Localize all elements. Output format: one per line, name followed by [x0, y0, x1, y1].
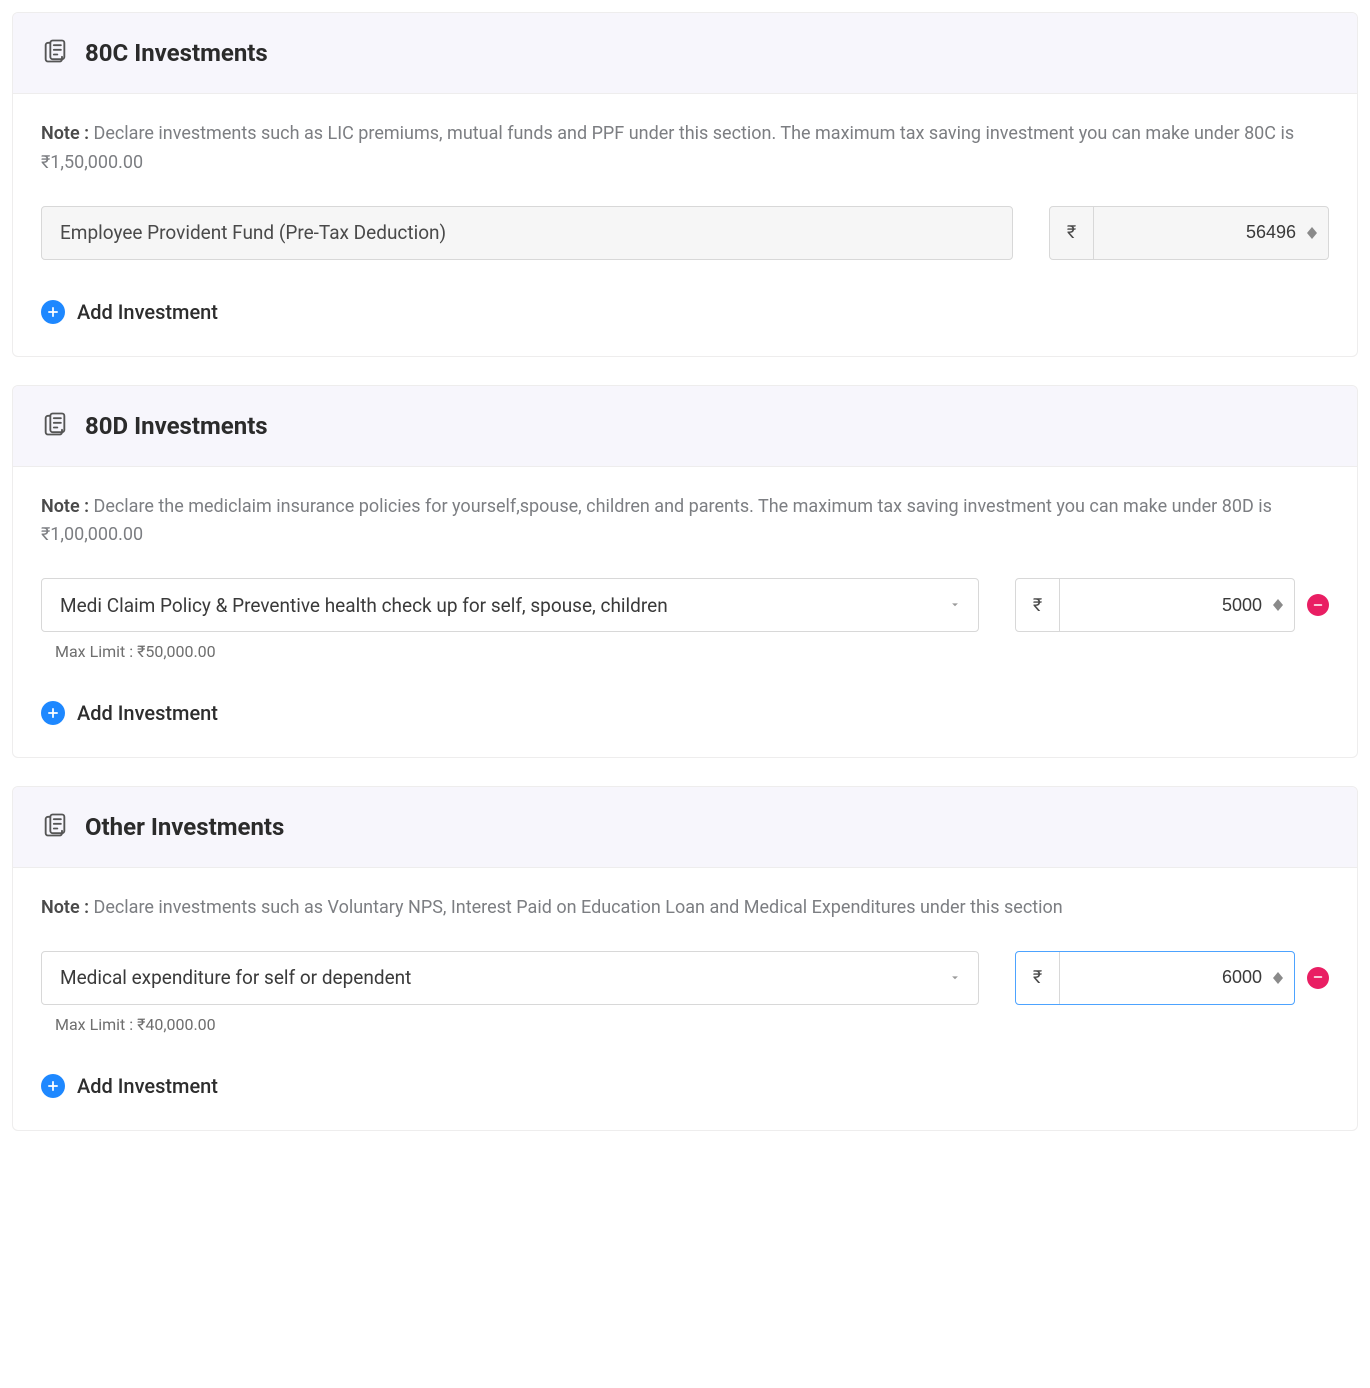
section-note: Note : Declare investments such as Volun…	[41, 894, 1329, 923]
max-limit: Max Limit : ₹40,000.00	[55, 1015, 979, 1034]
note-label: Note :	[41, 496, 94, 517]
chevron-down-icon	[948, 966, 962, 989]
section-body: Note : Declare the mediclaim insurance p…	[13, 467, 1357, 758]
section-header: 80D Investments	[13, 386, 1357, 467]
section-body: Note : Declare investments such as Volun…	[13, 868, 1357, 1130]
add-label: Add Investment	[77, 300, 218, 324]
amount-field: ₹	[1015, 951, 1295, 1005]
remove-button[interactable]	[1307, 967, 1329, 989]
select-value: Medi Claim Policy & Preventive health ch…	[60, 594, 668, 617]
plus-icon	[41, 300, 65, 324]
section-80d: 80D Investments Note : Declare the medicl…	[12, 385, 1358, 759]
note-text: Declare investments such as Voluntary NP…	[94, 897, 1063, 918]
section-title: Other Investments	[85, 813, 284, 841]
section-other: Other Investments Note : Declare investme…	[12, 786, 1358, 1131]
number-stepper[interactable]	[1268, 952, 1294, 1004]
note-text: Declare the mediclaim insurance policies…	[41, 496, 1272, 546]
section-title: 80C Investments	[85, 39, 268, 67]
investment-row: Medi Claim Policy & Preventive health ch…	[41, 578, 1329, 661]
currency-symbol: ₹	[1016, 952, 1060, 1004]
document-icon	[41, 37, 69, 69]
amount-input[interactable]	[1060, 579, 1268, 631]
document-icon	[41, 811, 69, 843]
amount-field: ₹	[1049, 206, 1329, 260]
amount-input	[1094, 207, 1302, 259]
investment-main: Employee Provident Fund (Pre-Tax Deducti…	[41, 206, 1013, 260]
investment-select[interactable]: Medical expenditure for self or dependen…	[41, 951, 979, 1005]
investment-main: Medical expenditure for self or dependen…	[41, 951, 979, 1034]
minus-icon	[1312, 968, 1324, 987]
section-note: Note : Declare investments such as LIC p…	[41, 120, 1329, 178]
add-label: Add Investment	[77, 701, 218, 725]
number-stepper[interactable]	[1268, 579, 1294, 631]
number-stepper[interactable]	[1302, 207, 1328, 259]
currency-symbol: ₹	[1050, 207, 1094, 259]
max-limit: Max Limit : ₹50,000.00	[55, 642, 979, 661]
amount-field: ₹	[1015, 578, 1295, 632]
section-body: Note : Declare investments such as LIC p…	[13, 94, 1357, 356]
investment-label: Employee Provident Fund (Pre-Tax Deducti…	[41, 206, 1013, 260]
add-investment-button[interactable]: Add Investment	[41, 300, 1329, 324]
investment-select[interactable]: Medi Claim Policy & Preventive health ch…	[41, 578, 979, 632]
add-investment-button[interactable]: Add Investment	[41, 1074, 1329, 1098]
section-header: 80C Investments	[13, 13, 1357, 94]
label-text: Employee Provident Fund (Pre-Tax Deducti…	[60, 221, 446, 244]
section-note: Note : Declare the mediclaim insurance p…	[41, 493, 1329, 551]
investment-main: Medi Claim Policy & Preventive health ch…	[41, 578, 979, 661]
minus-icon	[1312, 596, 1324, 615]
add-label: Add Investment	[77, 1074, 218, 1098]
section-title: 80D Investments	[85, 412, 268, 440]
note-text: Declare investments such as LIC premiums…	[41, 123, 1294, 173]
amount-input[interactable]	[1060, 952, 1268, 1004]
investment-row: Employee Provident Fund (Pre-Tax Deducti…	[41, 206, 1329, 260]
section-80c: 80C Investments Note : Declare investment…	[12, 12, 1358, 357]
select-value: Medical expenditure for self or dependen…	[60, 966, 411, 989]
note-label: Note :	[41, 897, 94, 918]
investment-row: Medical expenditure for self or dependen…	[41, 951, 1329, 1034]
section-header: Other Investments	[13, 787, 1357, 868]
chevron-down-icon	[948, 594, 962, 617]
note-label: Note :	[41, 123, 94, 144]
add-investment-button[interactable]: Add Investment	[41, 701, 1329, 725]
remove-button[interactable]	[1307, 594, 1329, 616]
document-icon	[41, 410, 69, 442]
plus-icon	[41, 701, 65, 725]
currency-symbol: ₹	[1016, 579, 1060, 631]
plus-icon	[41, 1074, 65, 1098]
